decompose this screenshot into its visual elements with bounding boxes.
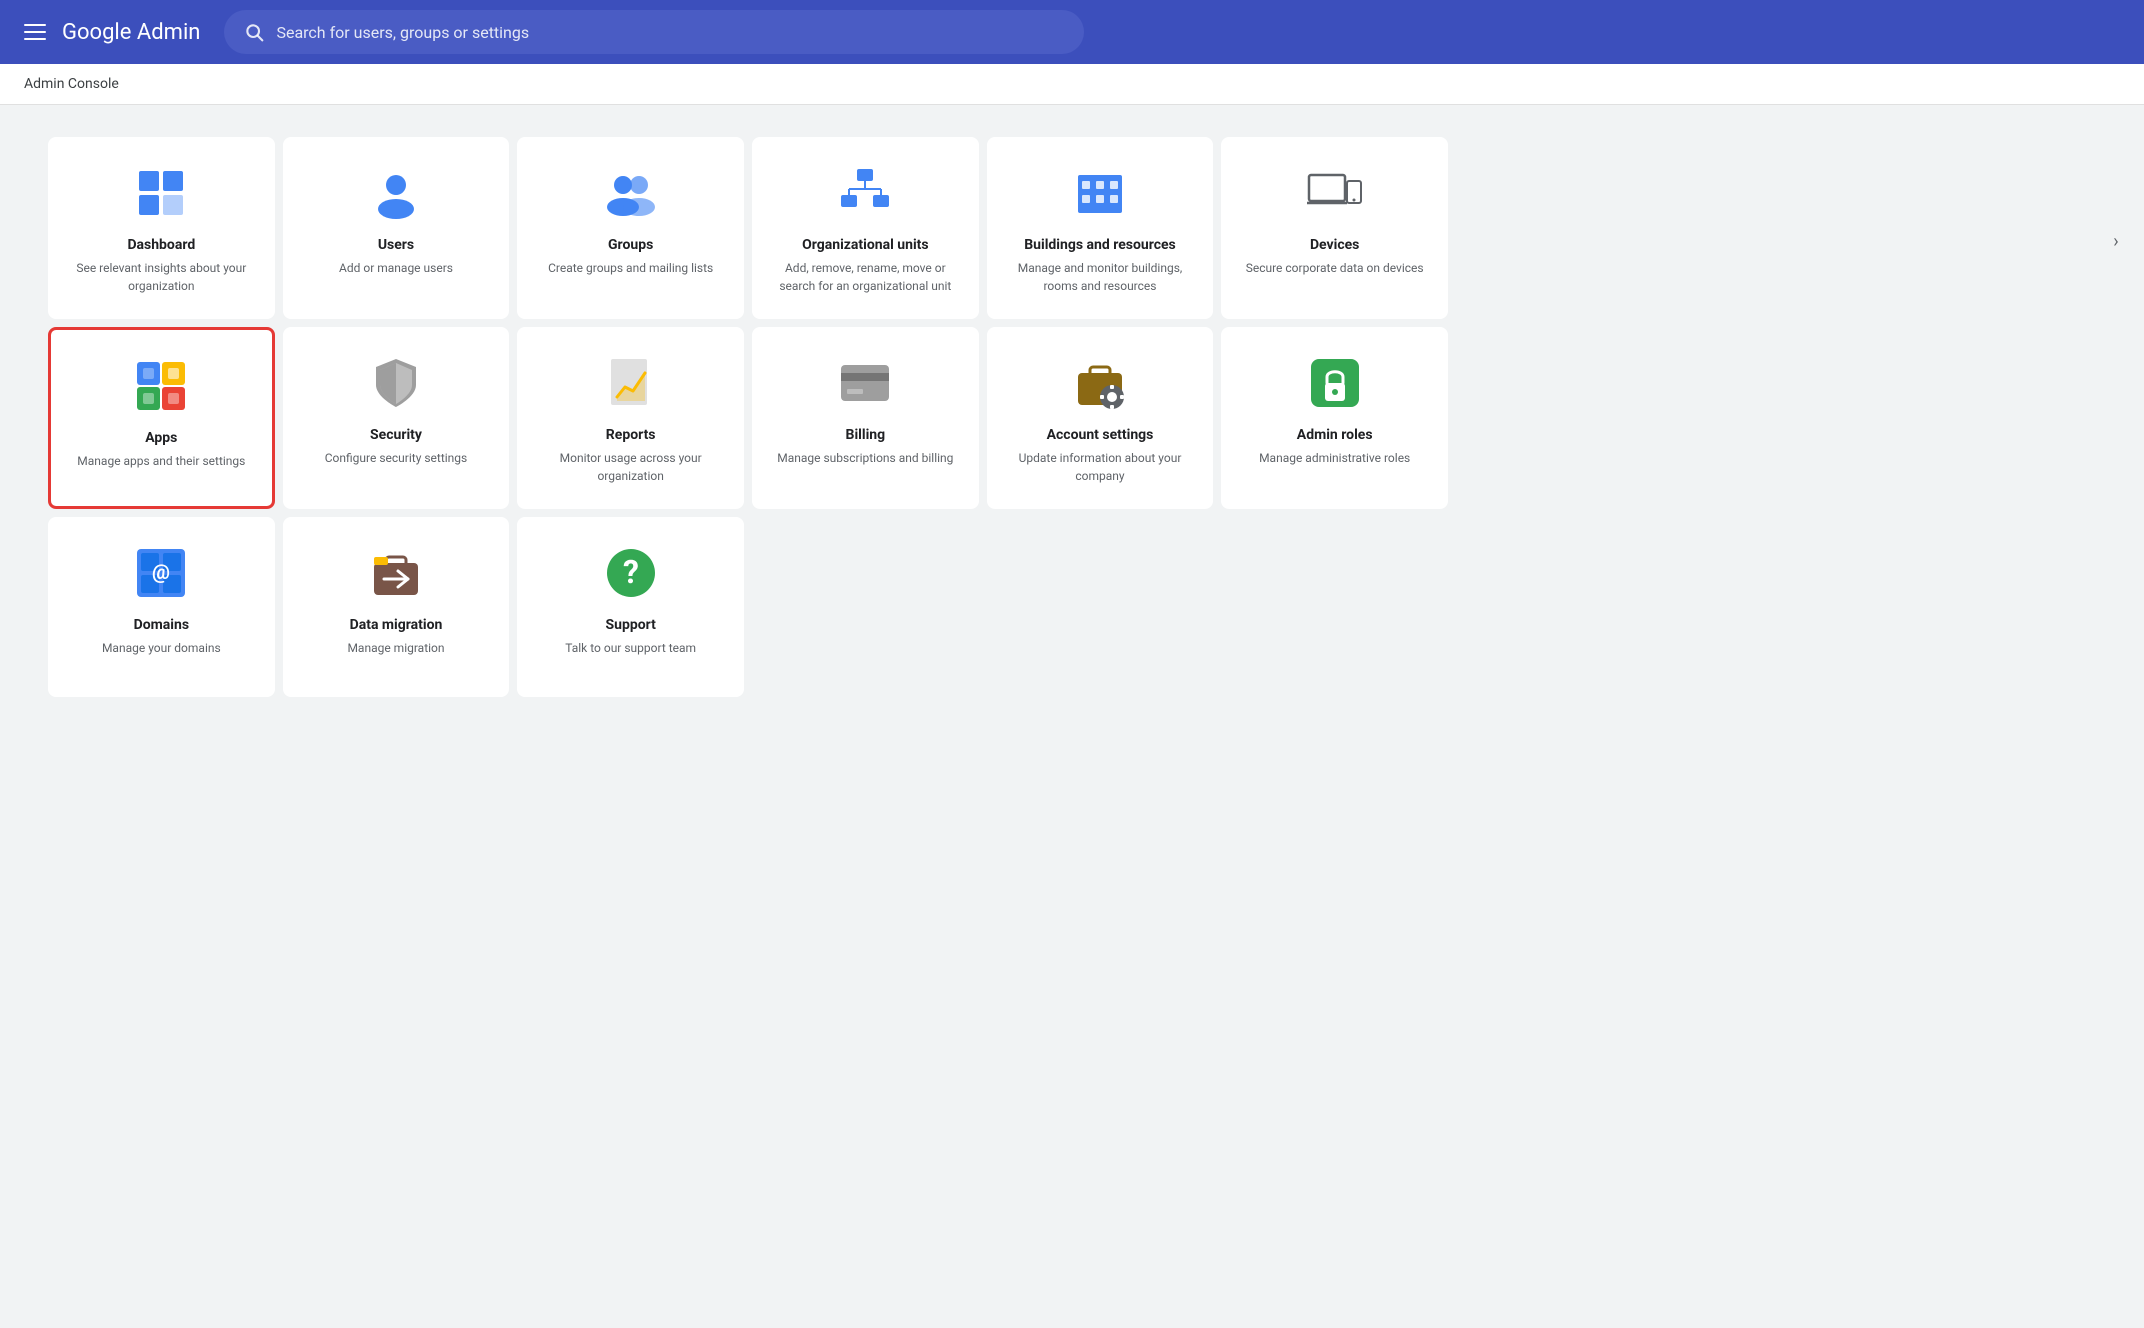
billing-desc: Manage subscriptions and billing (777, 449, 953, 467)
security-title: Security (370, 427, 422, 443)
breadcrumb: Admin Console (24, 76, 119, 92)
account-settings-title: Account settings (1047, 427, 1154, 443)
devices-desc: Secure corporate data on devices (1246, 259, 1424, 277)
cards-row-1: Dashboard See relevant insights about yo… (48, 137, 1448, 319)
search-placeholder-text: Search for users, groups or settings (276, 23, 529, 42)
data-migration-icon (368, 545, 424, 601)
support-desc: Talk to our support team (565, 639, 696, 657)
card-support[interactable]: ? Support Talk to our support team (517, 517, 744, 697)
chevron-right-button[interactable]: › (2100, 225, 2132, 257)
dashboard-desc: See relevant insights about your organiz… (64, 259, 259, 295)
search-bar[interactable]: Search for users, groups or settings (224, 10, 1084, 54)
menu-button[interactable] (24, 24, 46, 40)
billing-icon (837, 355, 893, 411)
org-units-icon (837, 165, 893, 221)
support-title: Support (606, 617, 656, 633)
card-devices[interactable]: Devices Secure corporate data on devices (1221, 137, 1448, 319)
domains-icon: @ (133, 545, 189, 601)
devices-icon (1307, 165, 1363, 221)
security-desc: Configure security settings (325, 449, 467, 467)
svg-text:?: ? (623, 553, 639, 591)
security-icon (368, 355, 424, 411)
search-icon (244, 22, 264, 42)
card-org-units[interactable]: Organizational units Add, remove, rename… (752, 137, 979, 319)
billing-title: Billing (846, 427, 886, 443)
users-icon (368, 165, 424, 221)
support-icon: ? (603, 545, 659, 601)
account-settings-icon (1072, 355, 1128, 411)
reports-icon (603, 355, 659, 411)
data-migration-title: Data migration (350, 617, 443, 633)
reports-desc: Monitor usage across your organization (533, 449, 728, 485)
groups-icon (603, 165, 659, 221)
domains-title: Domains (134, 617, 189, 633)
users-desc: Add or manage users (339, 259, 453, 277)
apps-icon (133, 358, 189, 414)
groups-desc: Create groups and mailing lists (548, 259, 713, 277)
card-dashboard[interactable]: Dashboard See relevant insights about yo… (48, 137, 275, 319)
card-buildings[interactable]: Buildings and resources Manage and monit… (987, 137, 1214, 319)
card-groups[interactable]: Groups Create groups and mailing lists (517, 137, 744, 319)
reports-title: Reports (606, 427, 656, 443)
groups-title: Groups (608, 237, 653, 253)
admin-roles-desc: Manage administrative roles (1259, 449, 1410, 467)
dashboard-icon (133, 165, 189, 221)
devices-title: Devices (1310, 237, 1359, 253)
header: Google Admin Search for users, groups or… (0, 0, 2144, 64)
users-title: Users (378, 237, 414, 253)
data-migration-desc: Manage migration (347, 639, 444, 657)
card-admin-roles[interactable]: Admin roles Manage administrative roles (1221, 327, 1448, 509)
dashboard-title: Dashboard (127, 237, 195, 253)
sub-header: Admin Console (0, 64, 2144, 105)
logo: Google Admin (62, 20, 200, 45)
domains-desc: Manage your domains (102, 639, 221, 657)
buildings-desc: Manage and monitor buildings, rooms and … (1003, 259, 1198, 295)
main-content: › Dashboard See relevant insights about … (0, 105, 2144, 729)
card-users[interactable]: Users Add or manage users (283, 137, 510, 319)
buildings-icon (1072, 165, 1128, 221)
cards-row-3: @ Domains Manage your domains (48, 517, 1448, 697)
apps-desc: Manage apps and their settings (77, 452, 245, 470)
admin-roles-icon (1307, 355, 1363, 411)
card-billing[interactable]: Billing Manage subscriptions and billing (752, 327, 979, 509)
account-settings-desc: Update information about your company (1003, 449, 1198, 485)
card-security[interactable]: Security Configure security settings (283, 327, 510, 509)
card-apps[interactable]: Apps Manage apps and their settings (48, 327, 275, 509)
card-account-settings[interactable]: Account settings Update information abou… (987, 327, 1214, 509)
card-reports[interactable]: Reports Monitor usage across your organi… (517, 327, 744, 509)
svg-text:@: @ (152, 560, 170, 584)
card-domains[interactable]: @ Domains Manage your domains (48, 517, 275, 697)
admin-roles-title: Admin roles (1297, 427, 1373, 443)
org-units-desc: Add, remove, rename, move or search for … (768, 259, 963, 295)
card-data-migration[interactable]: Data migration Manage migration (283, 517, 510, 697)
cards-row-2: Apps Manage apps and their settings Secu… (48, 327, 1448, 509)
apps-title: Apps (145, 430, 177, 446)
org-units-title: Organizational units (802, 237, 929, 253)
buildings-title: Buildings and resources (1024, 237, 1176, 253)
